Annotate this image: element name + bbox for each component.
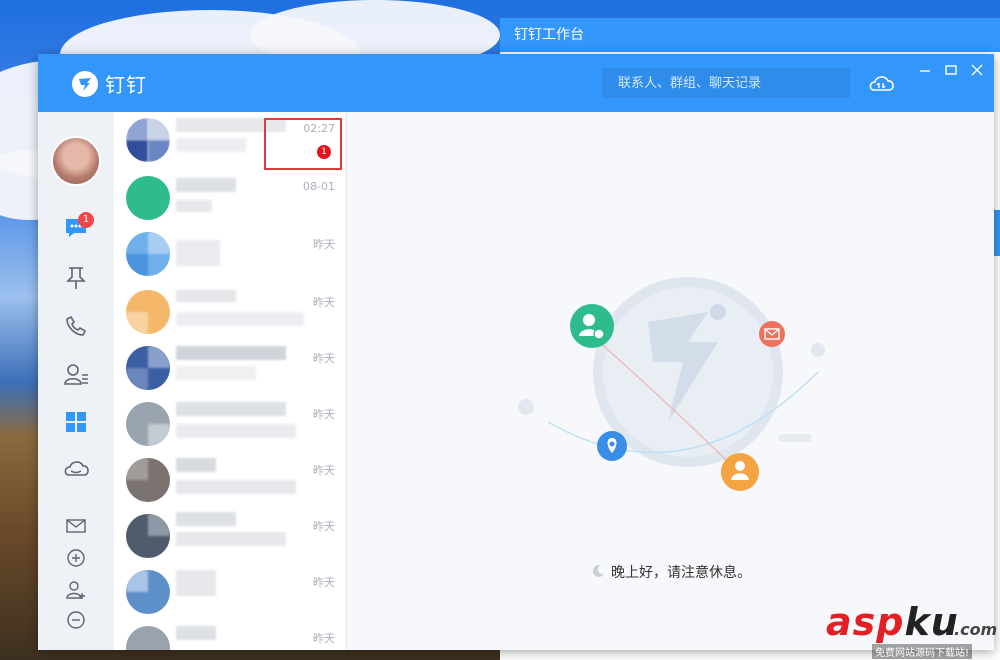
app-logo: 钉钉 — [72, 69, 147, 98]
conversation-preview — [176, 200, 212, 212]
cloud-disk-icon[interactable] — [62, 454, 90, 482]
avatar — [126, 176, 170, 220]
avatar — [126, 118, 170, 162]
cloud-sync-icon[interactable] — [866, 70, 898, 96]
conversation-preview — [176, 424, 296, 438]
avatar — [126, 346, 170, 390]
minimize-button[interactable] — [918, 62, 932, 76]
conversation-preview — [176, 532, 286, 546]
conversation-time: 昨天 — [313, 408, 335, 421]
conversation-time: 昨天 — [313, 352, 335, 365]
watermark-suffix: .com — [954, 620, 998, 639]
mail-icon[interactable] — [62, 512, 90, 540]
search-input[interactable] — [602, 68, 850, 98]
messages-unread-badge: 1 — [78, 212, 94, 228]
avatar — [126, 570, 170, 614]
conversation-name — [176, 512, 236, 526]
workbench-icon[interactable] — [62, 408, 90, 436]
conversation-time: 昨天 — [313, 576, 335, 589]
conversation-time: 昨天 — [313, 632, 335, 645]
phone-icon[interactable] — [62, 312, 90, 340]
conversation-name — [176, 346, 286, 360]
conversation-name — [176, 458, 216, 472]
conversation-preview — [176, 312, 304, 326]
add-icon[interactable] — [62, 544, 90, 572]
conversation-name — [176, 402, 286, 416]
list-item[interactable]: 昨天 — [114, 564, 346, 620]
conversation-time: 昨天 — [313, 464, 335, 477]
conversation-time: 昨天 — [313, 520, 335, 533]
conversation-time: 08-01 — [303, 180, 335, 193]
conversation-time: 昨天 — [313, 238, 335, 251]
avatar — [126, 290, 170, 334]
watermark-brand: aspku — [826, 600, 959, 644]
title-bar: 钉钉 — [38, 54, 994, 112]
conversation-name — [176, 240, 220, 266]
site-watermark: aspku .com 免费网站源码下载站! — [826, 600, 1000, 660]
dingtalk-window: 钉钉 1 — [38, 54, 994, 650]
conversation-name — [176, 178, 236, 192]
conversation-name — [176, 570, 216, 596]
list-item[interactable]: 昨天 — [114, 284, 346, 340]
list-item[interactable]: 昨天 — [114, 452, 346, 508]
moon-icon — [591, 564, 605, 582]
conversation-list[interactable]: 02:27 1 08-01 昨天 昨天 昨天 昨天 昨天 昨天 昨天 昨天 — [114, 112, 347, 650]
workbench-title: 钉钉工作台 — [500, 18, 1000, 52]
avatar — [126, 458, 170, 502]
dingtalk-logo-icon — [72, 70, 98, 97]
conversation-name — [176, 626, 216, 640]
close-button[interactable] — [970, 62, 984, 76]
greeting-text: 晚上好，请注意休息。 — [348, 562, 994, 582]
conversation-name — [176, 290, 236, 302]
list-item[interactable]: 08-01 — [114, 170, 346, 226]
left-nav-rail: 1 — [38, 112, 114, 650]
empty-state-illustration — [518, 277, 825, 491]
pin-icon[interactable] — [62, 264, 90, 292]
conversation-preview — [176, 480, 296, 494]
more-icon[interactable] — [62, 606, 90, 634]
contacts-icon[interactable] — [62, 360, 90, 388]
user-avatar[interactable] — [51, 136, 101, 186]
app-title: 钉钉 — [105, 73, 147, 97]
avatar — [126, 514, 170, 558]
maximize-button[interactable] — [944, 62, 958, 76]
greeting-message: 晚上好，请注意休息。 — [611, 565, 751, 581]
avatar — [126, 402, 170, 446]
conversation-time: 昨天 — [313, 296, 335, 309]
conversation-preview — [176, 138, 246, 152]
avatar — [126, 626, 170, 650]
highlight-annotation — [264, 118, 342, 170]
add-contact-icon[interactable] — [62, 576, 90, 604]
list-item[interactable]: 昨天 — [114, 226, 346, 282]
watermark-subtitle: 免费网站源码下载站! — [872, 644, 973, 659]
conversation-preview — [176, 366, 256, 380]
main-content: 晚上好，请注意休息。 — [348, 112, 994, 650]
list-item[interactable]: 昨天 — [114, 340, 346, 396]
list-item[interactable]: 昨天 — [114, 508, 346, 564]
list-item[interactable]: 昨天 — [114, 396, 346, 452]
list-item[interactable]: 昨天 — [114, 620, 346, 650]
watermark-brand-part2: ku — [904, 600, 959, 644]
avatar — [126, 232, 170, 276]
watermark-brand-part1: asp — [826, 600, 905, 644]
